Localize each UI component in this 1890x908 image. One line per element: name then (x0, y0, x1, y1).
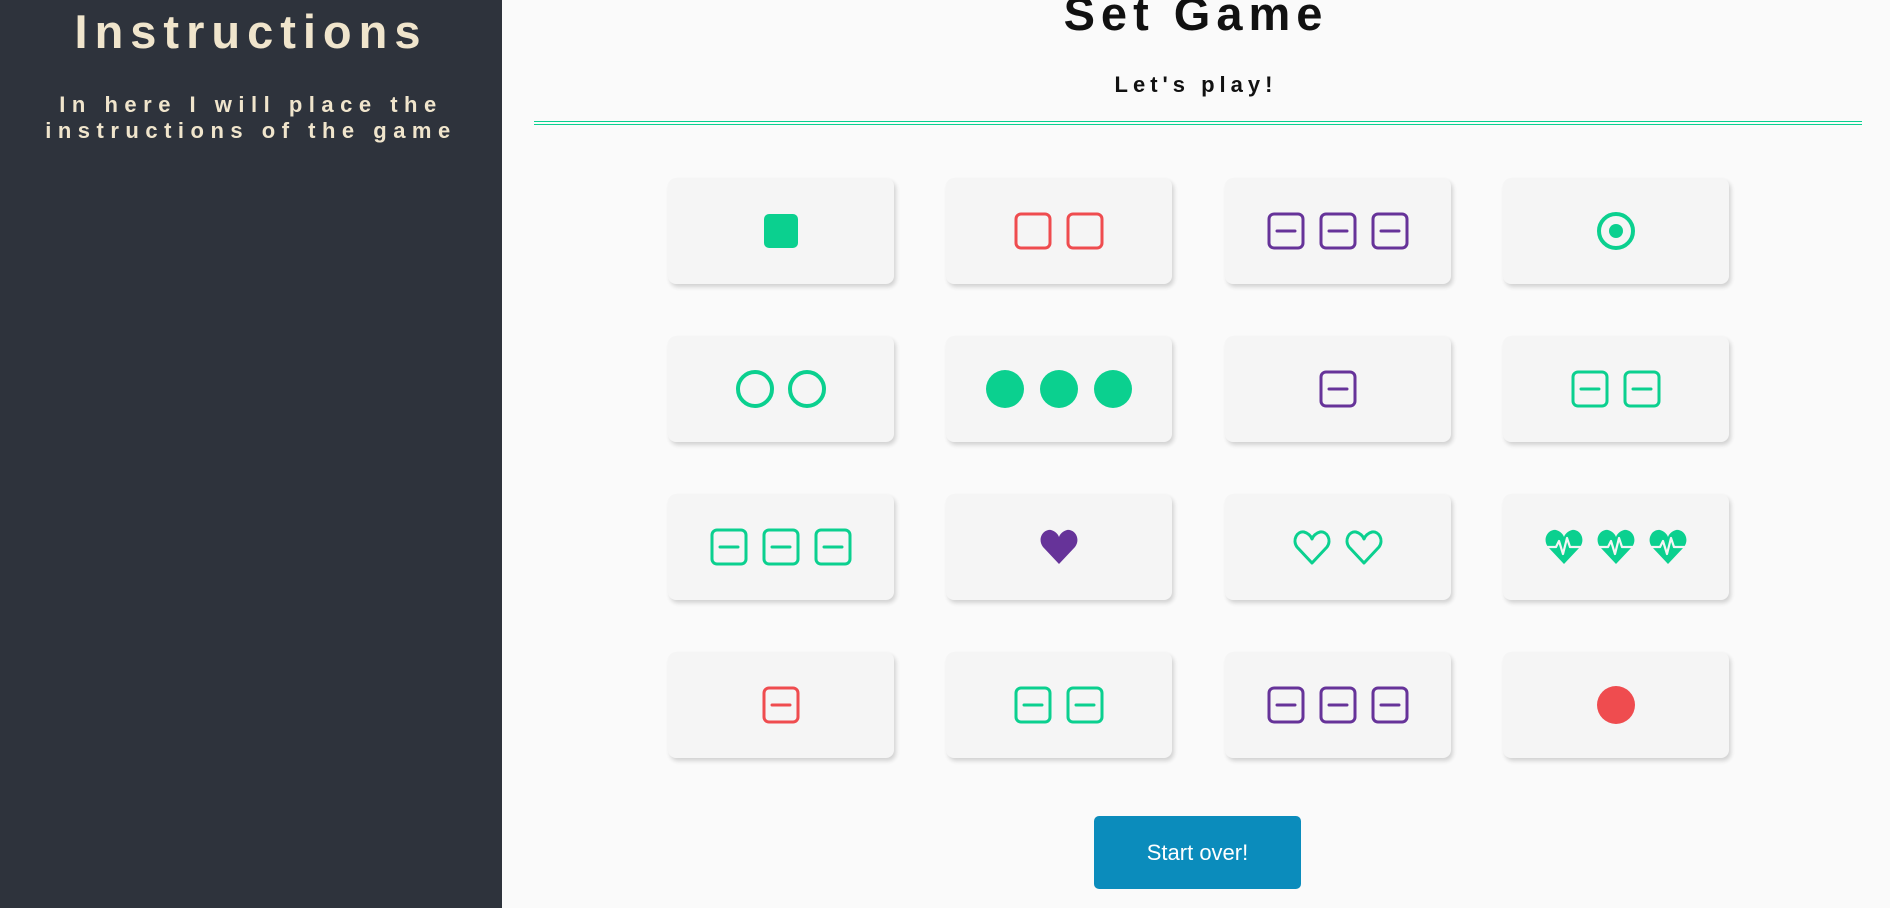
circle-icon (984, 369, 1026, 409)
minus-square-icon (1318, 369, 1358, 409)
dot-circle-icon (1596, 211, 1636, 251)
instructions-text: In here I will place the instructions of… (45, 92, 457, 143)
set-card[interactable] (1503, 652, 1729, 758)
set-card[interactable] (668, 652, 894, 758)
heart-icon (1039, 527, 1079, 567)
set-card[interactable] (668, 178, 894, 284)
instructions-sidebar: Instructions In here I will place the in… (0, 0, 502, 908)
set-card[interactable] (1225, 494, 1451, 600)
set-card[interactable] (1503, 494, 1729, 600)
minus-square-icon (1266, 685, 1306, 725)
set-card[interactable] (946, 178, 1172, 284)
set-card[interactable] (946, 652, 1172, 758)
minus-square-icon (1065, 685, 1105, 725)
set-card[interactable] (1225, 336, 1451, 442)
circle-icon (1092, 369, 1134, 409)
heartbeat-icon (1596, 527, 1636, 567)
set-card[interactable] (1503, 336, 1729, 442)
minus-square-icon (1266, 211, 1306, 251)
set-card[interactable] (946, 336, 1172, 442)
heart-icon (1344, 527, 1384, 567)
set-card[interactable] (1225, 178, 1451, 284)
minus-square-icon (709, 527, 749, 567)
instructions-title: Instructions (74, 5, 428, 58)
minus-square-icon (1013, 685, 1053, 725)
game-area: Set Game Let's play! Start over! (502, 0, 1890, 908)
page-subtitle: Let's play! (1114, 72, 1278, 97)
circle-icon (1038, 369, 1080, 409)
square-icon (1013, 211, 1053, 251)
minus-square-icon (1570, 369, 1610, 409)
square-icon (761, 211, 801, 251)
set-card[interactable] (946, 494, 1172, 600)
set-card[interactable] (668, 336, 894, 442)
heartbeat-icon (1648, 527, 1688, 567)
heart-icon (1292, 527, 1332, 567)
minus-square-icon (1318, 685, 1358, 725)
minus-square-icon (1370, 685, 1410, 725)
page-title: Set Game (1063, 0, 1329, 40)
set-card[interactable] (668, 494, 894, 600)
circle-icon (787, 369, 827, 409)
minus-square-icon (761, 685, 801, 725)
minus-square-icon (813, 527, 853, 567)
minus-square-icon (1318, 211, 1358, 251)
minus-square-icon (1622, 369, 1662, 409)
square-icon (1065, 211, 1105, 251)
circle-icon (1595, 685, 1637, 725)
set-card[interactable] (1503, 178, 1729, 284)
minus-square-icon (1370, 211, 1410, 251)
set-card[interactable] (1225, 652, 1451, 758)
heartbeat-icon (1544, 527, 1584, 567)
start-over-button[interactable]: Start over! (1094, 816, 1301, 889)
minus-square-icon (761, 527, 801, 567)
circle-icon (735, 369, 775, 409)
header-divider (534, 121, 1862, 125)
